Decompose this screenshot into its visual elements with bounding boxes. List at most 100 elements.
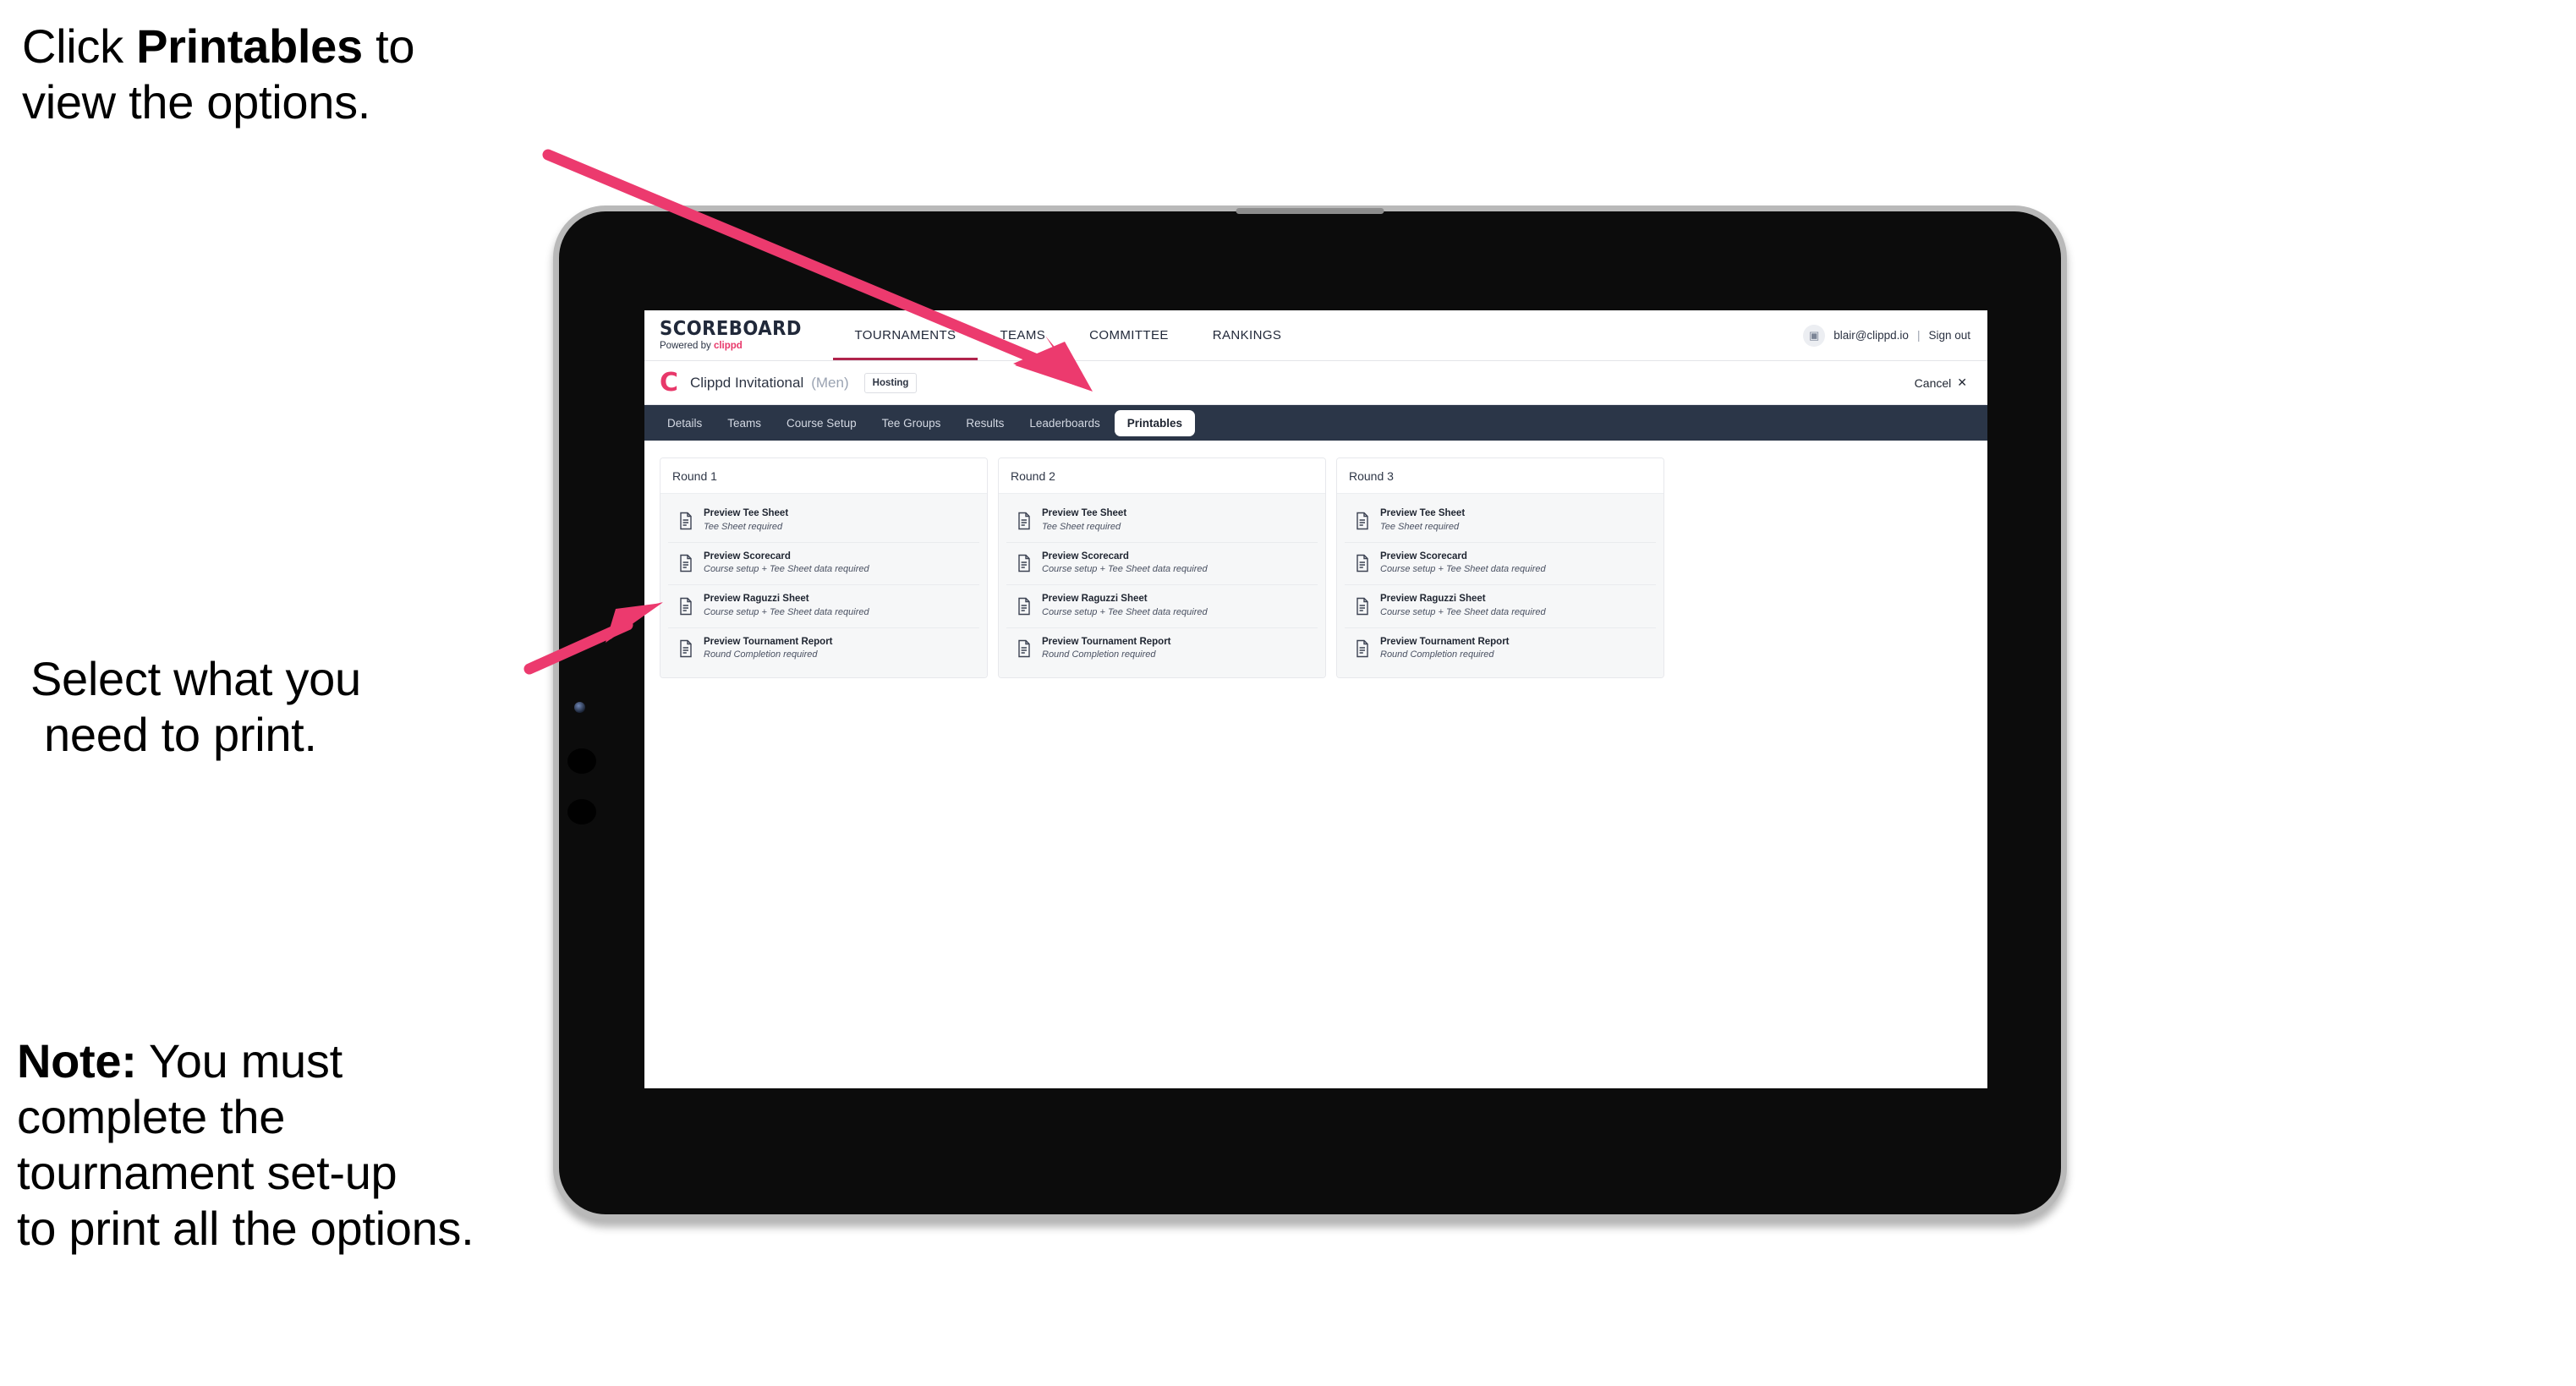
powered-by-prefix: Powered by — [660, 340, 714, 351]
nav-item-committee[interactable]: COMMITTEE — [1067, 310, 1191, 360]
tablet-speaker — [1236, 208, 1384, 214]
annotation-top-bold: Printables — [136, 19, 363, 73]
printable-item-text: Preview Raguzzi Sheet Course setup + Tee… — [704, 594, 869, 619]
printable-item-tee-sheet[interactable]: Preview Tee Sheet Tee Sheet required — [1006, 500, 1318, 543]
nav-label-tournaments: TOURNAMENTS — [854, 328, 956, 342]
printable-item-text: Preview Scorecard Course setup + Tee She… — [704, 551, 869, 577]
tab-leaderboards[interactable]: Leaderboards — [1018, 412, 1110, 435]
status-badge: Hosting — [863, 372, 918, 393]
printable-item-text: Preview Scorecard Course setup + Tee She… — [1380, 551, 1546, 577]
annotation-select-print: Select what you need to print. — [30, 651, 538, 763]
round-1-heading: Round 1 — [660, 458, 987, 494]
scoreboard-logo[interactable]: SCOREBOARD Powered by clippd — [644, 310, 833, 360]
printable-item-title: Preview Raguzzi Sheet — [704, 594, 809, 605]
scoreboard-wordmark: SCOREBOARD — [660, 317, 802, 340]
annotation-top-pre: Click — [22, 19, 137, 73]
printable-item-title: Preview Raguzzi Sheet — [1042, 594, 1148, 605]
annotation-click-printables: Click Printables to view the options. — [22, 19, 563, 130]
annotation-note-line1-rest: You must — [136, 1034, 343, 1087]
annotation-top-line2: view the options. — [22, 75, 371, 129]
annotation-top-post: to — [362, 19, 415, 73]
document-icon — [1017, 597, 1032, 616]
printable-item-subtitle: Course setup + Tee Sheet data required — [1042, 606, 1208, 617]
tab-printables[interactable]: Printables — [1114, 409, 1196, 436]
sign-out-link[interactable]: Sign out — [1928, 329, 1970, 342]
document-icon — [678, 512, 693, 530]
printable-item-text: Preview Tee Sheet Tee Sheet required — [704, 508, 788, 534]
printable-item-subtitle: Round Completion required — [704, 649, 818, 660]
tournament-name: Clippd Invitational — [690, 374, 804, 391]
nav-label-rankings: RANKINGS — [1212, 328, 1282, 342]
document-icon — [678, 597, 693, 616]
section-tab-bar: Details Teams Course Setup Tee Groups Re… — [644, 405, 1987, 441]
printable-item-text: Preview Tee Sheet Tee Sheet required — [1042, 508, 1126, 534]
screenshot-root: Click Printables to view the options. Se… — [0, 0, 2576, 1386]
printable-item-scorecard[interactable]: Preview Scorecard Course setup + Tee She… — [1006, 542, 1318, 586]
printable-item-text: Preview Tournament Report Round Completi… — [1380, 637, 1510, 662]
printable-item-scorecard[interactable]: Preview Scorecard Course setup + Tee She… — [668, 542, 979, 586]
printable-item-subtitle: Round Completion required — [1042, 649, 1156, 660]
tournament-gender: (Men) — [811, 374, 849, 391]
printable-item-raguzzi-sheet[interactable]: Preview Raguzzi Sheet Course setup + Tee… — [668, 585, 979, 628]
round-1-items: Preview Tee Sheet Tee Sheet required Pre… — [660, 494, 987, 678]
cancel-button[interactable]: Cancel ✕ — [1915, 375, 1972, 390]
tab-label-teams: Teams — [727, 416, 762, 430]
tab-label-tee-groups: Tee Groups — [881, 416, 941, 430]
printable-item-title: Preview Scorecard — [1380, 551, 1467, 562]
tab-details[interactable]: Details — [656, 412, 713, 435]
printable-item-tournament-report[interactable]: Preview Tournament Report Round Completi… — [1345, 627, 1656, 671]
printable-item-tournament-report[interactable]: Preview Tournament Report Round Completi… — [1006, 627, 1318, 671]
round-column-1: Round 1 Preview Tee Sheet Tee Sheet requ… — [660, 457, 988, 679]
tablet-camera-icon — [574, 702, 585, 713]
printable-item-text: Preview Raguzzi Sheet Course setup + Tee… — [1380, 594, 1546, 619]
printable-item-title: Preview Tournament Report — [1380, 636, 1510, 647]
printable-item-text: Preview Tournament Report Round Completi… — [704, 637, 833, 662]
tab-label-details: Details — [667, 416, 703, 430]
printable-item-text: Preview Tee Sheet Tee Sheet required — [1380, 508, 1465, 534]
document-icon — [1017, 554, 1032, 572]
printable-item-text: Preview Scorecard Course setup + Tee She… — [1042, 551, 1208, 577]
printable-item-tee-sheet[interactable]: Preview Tee Sheet Tee Sheet required — [1345, 500, 1656, 543]
printable-item-title: Preview Scorecard — [1042, 551, 1129, 562]
clippd-brand-text: clippd — [713, 340, 743, 351]
tab-label-results: Results — [966, 416, 1005, 430]
printable-item-raguzzi-sheet[interactable]: Preview Raguzzi Sheet Course setup + Tee… — [1345, 585, 1656, 628]
round-3-items: Preview Tee Sheet Tee Sheet required Pre… — [1337, 494, 1663, 678]
printable-item-title: Preview Tee Sheet — [704, 508, 789, 518]
avatar-glyph-icon: ▣ — [1809, 328, 1820, 342]
annotation-mid-line1: Select what you — [30, 652, 361, 705]
tab-teams[interactable]: Teams — [716, 412, 772, 435]
printables-content: Round 1 Preview Tee Sheet Tee Sheet requ… — [644, 441, 1987, 695]
printable-item-scorecard[interactable]: Preview Scorecard Course setup + Tee She… — [1345, 542, 1656, 586]
nav-label-teams: TEAMS — [1000, 328, 1046, 342]
tab-course-setup[interactable]: Course Setup — [776, 412, 868, 435]
user-email-label: blair@clippd.io — [1833, 329, 1909, 342]
annotation-top-line1: Click Printables to — [22, 19, 563, 74]
tab-tee-groups[interactable]: Tee Groups — [871, 412, 952, 435]
nav-item-tournaments[interactable]: TOURNAMENTS — [832, 310, 978, 360]
nav-item-rankings[interactable]: RANKINGS — [1191, 310, 1304, 360]
printable-item-subtitle: Round Completion required — [1380, 649, 1494, 660]
printable-item-tournament-report[interactable]: Preview Tournament Report Round Completi… — [668, 627, 979, 671]
user-separator: | — [1916, 329, 1921, 342]
nav-item-teams[interactable]: TEAMS — [978, 310, 1067, 360]
printable-item-tee-sheet[interactable]: Preview Tee Sheet Tee Sheet required — [668, 500, 979, 543]
printable-item-subtitle: Tee Sheet required — [704, 521, 783, 532]
printable-item-title: Preview Raguzzi Sheet — [1380, 594, 1486, 605]
printable-item-title: Preview Tournament Report — [1042, 636, 1171, 647]
tablet-volume-down-button[interactable] — [567, 799, 596, 824]
tab-label-printables: Printables — [1126, 416, 1183, 430]
tablet-volume-up-button[interactable] — [567, 748, 596, 774]
tablet-device-frame: SCOREBOARD Powered by clippd TOURNAMENTS… — [553, 205, 2067, 1220]
tournament-header-bar: C Clippd Invitational (Men) Hosting Canc… — [644, 361, 1987, 405]
printable-item-subtitle: Course setup + Tee Sheet data required — [1380, 606, 1546, 617]
printable-item-title: Preview Tee Sheet — [1380, 508, 1466, 518]
tab-results[interactable]: Results — [955, 412, 1015, 435]
document-icon — [1355, 639, 1370, 658]
printable-item-raguzzi-sheet[interactable]: Preview Raguzzi Sheet Course setup + Tee… — [1006, 585, 1318, 628]
printable-item-title: Preview Scorecard — [704, 551, 791, 562]
printable-item-title: Preview Tournament Report — [704, 636, 833, 647]
avatar[interactable]: ▣ — [1803, 324, 1826, 347]
app-top-navbar: SCOREBOARD Powered by clippd TOURNAMENTS… — [644, 310, 1987, 361]
nav-label-committee: COMMITTEE — [1089, 328, 1169, 342]
